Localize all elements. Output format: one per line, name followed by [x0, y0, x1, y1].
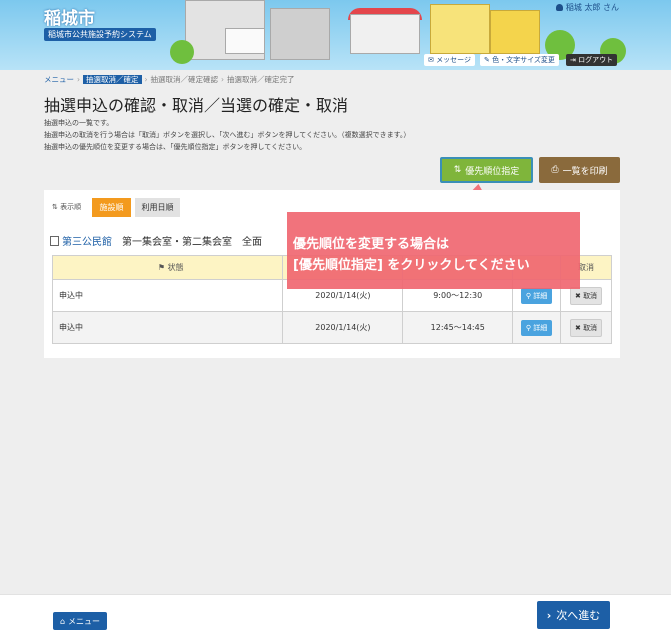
system-name: 稲城市公共施設予約システム [44, 28, 156, 41]
desc-line: 抽選申込の優先順位を変更する場合は、「優先順位指定」ボタンを押してください。 [44, 143, 307, 151]
logout-label: ログアウト [578, 56, 614, 64]
desc-line: 抽選申込の取消を行う場合は「取消」ボタンを選択し、「次へ進む」ボタンを押してくだ… [44, 131, 411, 139]
building-illustration [270, 8, 330, 60]
close-icon: ✖ [574, 323, 584, 332]
sort-label-text: 表示順 [60, 203, 82, 211]
facility-rooms: 第一集会室・第二集会室 全面 [122, 237, 262, 248]
menu-label: メニュー [68, 616, 101, 626]
desc-line: 抽選申込の一覧です。 [44, 119, 114, 127]
table-row: 申込中 2020/1/14(火) 12:45～14:45 ⚲ 詳細 ✖ 取消 [51, 311, 612, 344]
building-illustration [430, 4, 490, 54]
breadcrumb: メニュー › 抽選取消／確定 › 抽選取消／確定確認 › 抽選取消／確定完了 [44, 74, 295, 85]
print-label: 一覧を印刷 [562, 166, 608, 177]
breadcrumb-step2: 抽選取消／確定確認 [150, 75, 219, 84]
facility-heading: 第三公民館 第一集会室・第二集会室 全面 [50, 233, 262, 248]
close-icon: ✖ [574, 291, 584, 300]
cancel-button[interactable]: ✖ 取消 [569, 286, 603, 305]
priority-button[interactable]: ⇅ 優先順位指定 [440, 157, 533, 183]
sort-by-date-button[interactable]: 利用日順 [135, 198, 180, 217]
callout-line: 優先順位を変更する場合は [293, 237, 450, 252]
home-icon: ⌂ [59, 616, 66, 626]
sort-by-facility-button[interactable]: 施設順 [92, 198, 131, 217]
instruction-callout: 優先順位を変更する場合は [優先順位指定] をクリックしてください [287, 212, 580, 289]
sort-label: ⇅ 表示順 [52, 203, 82, 211]
detail-label: 詳細 [533, 323, 548, 332]
chevron-right-icon: › [546, 608, 552, 622]
cancel-label: 取消 [583, 323, 598, 332]
page-description: 抽選申込の一覧です。 抽選申込の取消を行う場合は「取消」ボタンを選択し、「次へ進… [44, 117, 410, 153]
breadcrumb-step3: 抽選取消／確定完了 [227, 75, 295, 84]
row-status: 申込中 [51, 279, 284, 312]
breadcrumb-menu[interactable]: メニュー [44, 75, 74, 84]
callout-line: [優先順位指定] をクリックしてください [293, 258, 530, 273]
header-status-label: 状態 [167, 263, 184, 272]
user-label: 稲城 太郎 さん [565, 3, 619, 12]
house-illustration [225, 28, 265, 54]
next-button[interactable]: › 次へ進む [537, 601, 610, 629]
detail-button[interactable]: ⚲ 詳細 [520, 287, 553, 304]
logout-button[interactable]: ⇥ ログアウト [566, 54, 618, 66]
row-time: 12:45～14:45 [402, 311, 514, 344]
user-name: 稲城 太郎 さん [555, 2, 619, 13]
footer: ⌂ メニュー › 次へ進む [0, 594, 671, 633]
color-size-label: 色・文字サイズ変更 [492, 56, 555, 64]
city-name: 稲城市 [44, 9, 95, 29]
page-title: 抽選申込の確認・取消／当選の確定・取消 [44, 96, 349, 115]
row-status: 申込中 [51, 311, 284, 344]
header-status: ⚑ 状態 [51, 255, 284, 280]
flag-icon: ⚑ [157, 263, 168, 272]
priority-label: 優先順位指定 [465, 166, 520, 177]
cancel-button[interactable]: ✖ 取消 [569, 318, 603, 337]
messages-button[interactable]: ✉ メッセージ [424, 54, 475, 66]
header: 稲城市 稲城市公共施設予約システム 稲城 太郎 さん ✉ メッセージ ✎ 色・文… [0, 0, 671, 70]
cancel-label: 取消 [583, 291, 598, 300]
menu-button[interactable]: ⌂ メニュー [53, 612, 107, 630]
chevron-right-icon: › [144, 75, 148, 84]
breadcrumb-current: 抽選取消／確定 [83, 75, 142, 84]
facility-link[interactable]: 第三公民館 [62, 237, 112, 248]
chevron-right-icon: › [77, 75, 80, 84]
building-icon [50, 236, 59, 246]
row-date: 2020/1/14(火) [282, 311, 404, 344]
tree-illustration [170, 40, 194, 64]
detail-label: 詳細 [533, 291, 548, 300]
user-icon [555, 4, 563, 11]
print-button[interactable]: ⎙ 一覧を印刷 [539, 157, 620, 183]
sort-icon: ⇅ [453, 165, 462, 175]
printer-icon: ⎙ [551, 165, 559, 175]
next-label: 次へ進む [556, 609, 601, 622]
color-size-button[interactable]: ✎ 色・文字サイズ変更 [480, 54, 559, 66]
building-illustration [490, 10, 540, 54]
detail-button[interactable]: ⚲ 詳細 [520, 319, 553, 336]
chevron-right-icon: › [221, 75, 224, 84]
messages-label: メッセージ [436, 56, 471, 64]
school-illustration [350, 14, 420, 54]
row-cancel-cell: ✖ 取消 [560, 311, 612, 344]
row-detail-cell: ⚲ 詳細 [512, 311, 562, 344]
